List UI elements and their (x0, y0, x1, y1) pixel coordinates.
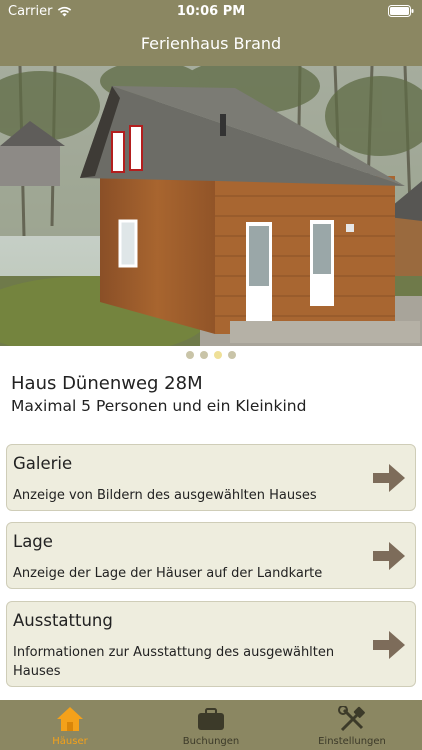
house-illustration (0, 66, 422, 346)
page-dot-3[interactable] (214, 351, 222, 359)
house-icon (57, 707, 83, 731)
tab-settings-label: Einstellungen (318, 736, 386, 747)
nav-title: Ferienhaus Brand (140, 34, 282, 53)
page-dot-2[interactable] (200, 351, 208, 359)
tab-houses-label: Häuser (52, 736, 88, 747)
gallery-card[interactable]: Galerie Anzeige von Bildern des ausgewäh… (6, 444, 416, 511)
equipment-card-title: Ausstattung (13, 611, 113, 630)
house-photo[interactable] (0, 66, 422, 346)
tab-bar: Häuser Buchungen Einstellungen (0, 700, 422, 750)
page-dot-1[interactable] (186, 351, 194, 359)
gallery-card-description: Anzeige von Bildern des ausgewählten Hau… (13, 488, 317, 503)
arrow-right-icon (373, 542, 405, 570)
arrow-right-icon (373, 464, 405, 492)
tab-bookings-label: Buchungen (182, 736, 240, 747)
house-capacity: Maximal 5 Personen und ein Kleinkind (11, 397, 307, 415)
tools-icon (338, 706, 365, 732)
equipment-card-description: Informationen zur Ausstattung des ausgew… (13, 645, 335, 679)
header: Carrier 10:06 PM Ferienhaus Brand (0, 0, 422, 66)
tab-houses[interactable]: Häuser (0, 700, 140, 750)
arrow-right-icon (373, 631, 405, 659)
equipment-card[interactable]: Ausstattung Informationen zur Ausstattun… (6, 601, 416, 687)
status-bar: Carrier 10:06 PM (0, 0, 422, 22)
gallery-card-title: Galerie (13, 454, 73, 473)
house-name: Haus Dünenweg 28M (11, 373, 203, 394)
status-time: 10:06 PM (176, 4, 246, 19)
location-card[interactable]: Lage Anzeige der Lage der Häuser auf der… (6, 522, 416, 589)
carousel-page-indicator[interactable] (0, 351, 422, 359)
tab-settings[interactable]: Einstellungen (282, 700, 422, 750)
location-card-description: Anzeige der Lage der Häuser auf der Land… (13, 566, 323, 581)
location-card-title: Lage (13, 532, 53, 551)
briefcase-icon (198, 708, 224, 730)
battery-icon (388, 5, 414, 17)
page-dot-4[interactable] (228, 351, 236, 359)
status-right (388, 5, 414, 21)
tab-bookings[interactable]: Buchungen (141, 700, 281, 750)
